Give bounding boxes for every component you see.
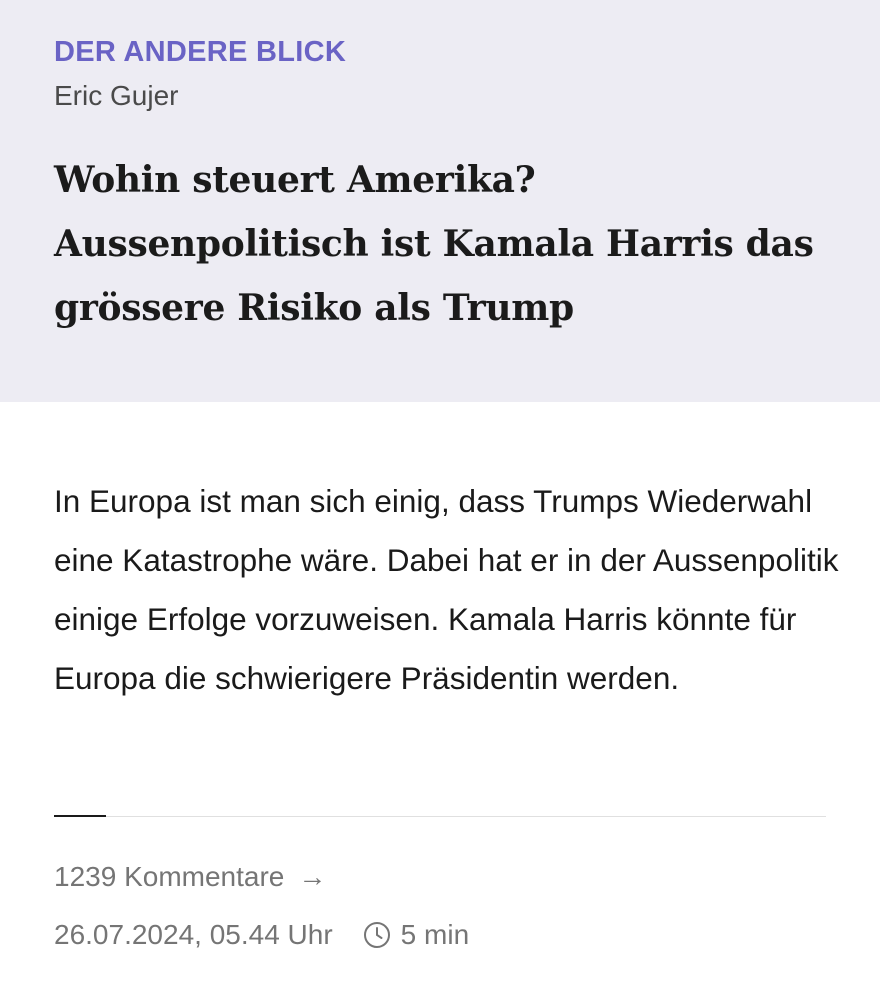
- article-headline: Wohin steuert Amerika? Aussenpolitisch i…: [54, 159, 814, 329]
- divider: [54, 816, 826, 817]
- comments-link[interactable]: 1239 Kommentare →: [54, 861, 326, 893]
- article-lead: In Europa ist man sich einig, dass Trump…: [54, 483, 839, 696]
- divider-accent: [54, 815, 106, 817]
- article-meta: 26.07.2024, 05.44 Uhr 5 min: [54, 919, 469, 951]
- reading-time: 5 min: [400, 919, 470, 950]
- clock-icon: [363, 921, 391, 949]
- article-kicker[interactable]: DER ANDERE BLICK: [54, 36, 346, 69]
- arrow-right-icon: →: [298, 861, 327, 892]
- comments-count-label: 1239 Kommentare: [54, 861, 285, 892]
- article-author[interactable]: Eric Gujer: [54, 80, 178, 112]
- publish-date: 26.07.2024, 05.44 Uhr: [54, 919, 333, 950]
- article-header: DER ANDERE BLICK Eric Gujer Wohin steuer…: [0, 0, 880, 402]
